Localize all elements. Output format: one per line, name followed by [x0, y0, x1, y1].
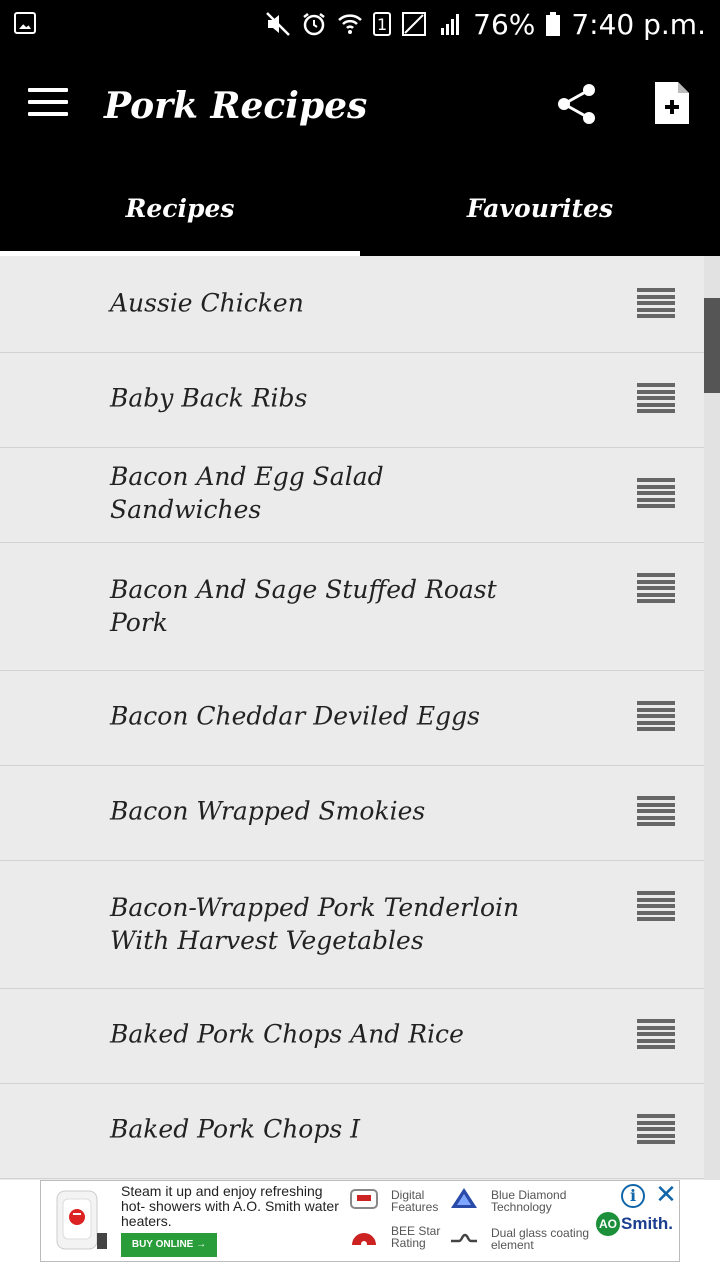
feature-blue-diamond: Blue Diamond Technology: [491, 1188, 567, 1214]
recipe-row[interactable]: Bacon Wrapped Smokies: [0, 766, 704, 861]
list-lines-icon[interactable]: [637, 1019, 675, 1049]
recipe-row[interactable]: Bacon And Sage Stuffed Roast Pork: [0, 543, 704, 671]
ad-headline: Steam it up and enjoy refreshing hot- sh…: [121, 1183, 339, 1229]
ad-banner[interactable]: Steam it up and enjoy refreshing hot- sh…: [40, 1180, 680, 1262]
battery-percent: 76%: [473, 7, 536, 41]
list-lines-icon[interactable]: [637, 891, 675, 921]
recipe-row[interactable]: Bacon-Wrapped Pork Tenderloin With Harve…: [0, 861, 704, 989]
recipe-title: Bacon And Egg Salad Sandwiches: [110, 462, 384, 524]
page-title: Pork Recipes: [104, 85, 368, 127]
recipe-row[interactable]: Baked Pork Chops I: [0, 1084, 704, 1179]
list-lines-icon[interactable]: [637, 478, 675, 508]
ad-close-icon[interactable]: ✕: [653, 1181, 679, 1209]
recipe-list[interactable]: Aussie Chicken Baby Back Ribs Bacon And Eg…: [0, 256, 704, 1180]
feature-bee-star: BEE Star Rating: [391, 1224, 441, 1250]
menu-icon[interactable]: [28, 88, 68, 118]
list-lines-icon[interactable]: [637, 1114, 675, 1144]
recipe-title: Bacon Wrapped Smokies: [110, 796, 426, 826]
recipe-title: Bacon Cheddar Deviled Eggs: [110, 701, 480, 731]
list-lines-icon[interactable]: [637, 573, 675, 603]
mute-icon: [266, 12, 291, 36]
recipe-title: Bacon And Sage Stuffed Roast Pork: [110, 575, 497, 637]
sim-1-icon: 1: [373, 12, 392, 36]
alarm-icon: [303, 13, 325, 36]
gallery-icon: [14, 12, 36, 34]
recipe-row[interactable]: Aussie Chicken: [0, 258, 704, 353]
diamond-icon: [451, 1188, 477, 1208]
app-bar: Pork Recipes Recipes Favourites: [0, 48, 720, 256]
status-icons: 1 76% 7:40 p.m.: [265, 7, 706, 41]
adchoices-info-icon[interactable]: i: [621, 1184, 645, 1208]
recipe-title: Bacon-Wrapped Pork Tenderloin With Harve…: [110, 893, 520, 955]
digital-display-icon: [350, 1189, 378, 1209]
status-bar: 1 76% 7:40 p.m.: [0, 0, 720, 48]
scrollbar-thumb[interactable]: [704, 298, 720, 393]
brand-mark: AO: [596, 1212, 620, 1236]
tab-bar: Recipes Favourites: [0, 182, 720, 256]
add-document-icon[interactable]: [655, 82, 689, 124]
recipe-title: Baked Pork Chops And Rice: [110, 1019, 464, 1049]
tab-favourites[interactable]: Favourites: [360, 182, 720, 256]
list-lines-icon[interactable]: [637, 796, 675, 826]
recipe-row[interactable]: Baked Pork Chops And Rice: [0, 989, 704, 1084]
list-lines-icon[interactable]: [637, 701, 675, 731]
recipe-row[interactable]: Baby Back Ribs: [0, 353, 704, 448]
wifi-icon: [338, 14, 362, 34]
share-icon[interactable]: [555, 82, 599, 126]
heating-element-icon: [451, 1233, 477, 1243]
star-rating-icon: [352, 1233, 376, 1247]
buy-online-button[interactable]: BUY ONLINE →: [121, 1233, 217, 1257]
recipe-title: Aussie Chicken: [110, 288, 304, 318]
recipe-title: Baby Back Ribs: [110, 383, 308, 413]
recipe-row[interactable]: Bacon And Egg Salad Sandwiches: [0, 448, 704, 543]
list-lines-icon[interactable]: [637, 288, 675, 318]
clock: 7:40 p.m.: [571, 7, 706, 41]
signal-empty-icon: [402, 12, 427, 36]
ad-area: Steam it up and enjoy refreshing hot- sh…: [0, 1180, 720, 1280]
signal-icon: [441, 14, 460, 35]
brand-logo: AO Smith.: [596, 1212, 676, 1236]
water-heater-icon: [56, 1190, 107, 1250]
feature-digital: Digital Features: [391, 1188, 439, 1214]
feature-dual-glass: Dual glass coating element: [491, 1226, 590, 1252]
list-lines-icon[interactable]: [637, 383, 675, 413]
recipe-title: Baked Pork Chops I: [110, 1114, 361, 1144]
recipe-row[interactable]: Bacon Cheddar Deviled Eggs: [0, 671, 704, 766]
battery-icon: [546, 12, 561, 36]
tab-recipes[interactable]: Recipes: [0, 182, 360, 256]
scrollbar[interactable]: [704, 256, 720, 1180]
brand-name: Smith.: [621, 1214, 673, 1233]
